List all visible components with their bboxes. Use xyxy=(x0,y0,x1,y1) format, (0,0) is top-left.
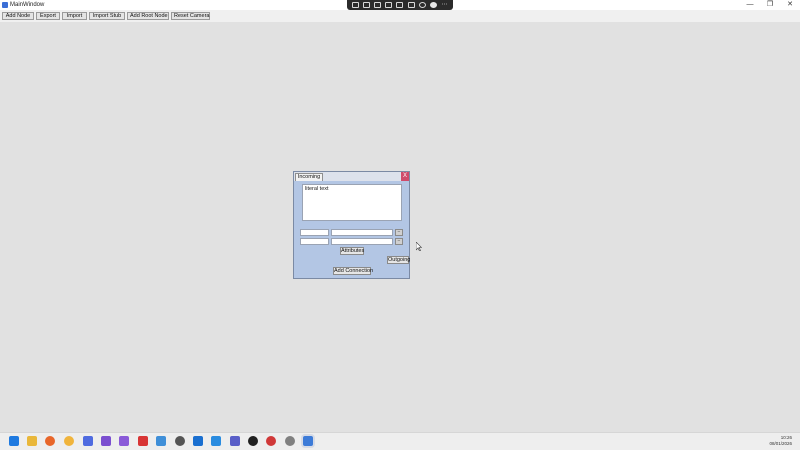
region-icon[interactable] xyxy=(374,2,382,8)
attribute-remove-button[interactable]: − xyxy=(395,229,403,236)
close-button[interactable]: ✕ xyxy=(780,0,800,10)
info-icon[interactable] xyxy=(418,2,426,8)
app-icon xyxy=(2,2,8,8)
import-stub-button[interactable]: Import Stub xyxy=(89,12,125,20)
graph-node[interactable]: Incoming X literal text − − Attributes O… xyxy=(293,171,410,279)
attribute-key-input[interactable] xyxy=(300,229,329,236)
screenshot-icon[interactable] xyxy=(352,2,360,8)
attribute-value-input[interactable] xyxy=(331,238,393,245)
window-controls: — ❐ ✕ xyxy=(740,0,800,10)
node-text-area[interactable]: literal text xyxy=(302,184,402,221)
chrome-icon[interactable] xyxy=(64,436,74,446)
window-title: MainWindow xyxy=(10,2,45,8)
start-icon[interactable] xyxy=(9,436,19,446)
window-capture-icon[interactable] xyxy=(385,2,393,8)
zotero-icon[interactable] xyxy=(138,436,148,446)
system-clock[interactable]: 10:26 08/01/2026 xyxy=(769,435,792,447)
github-icon[interactable] xyxy=(248,436,258,446)
mouse-cursor-icon xyxy=(416,242,422,251)
video-icon[interactable] xyxy=(363,2,371,8)
main-toolbar: Add Node Export Import Import Stub Add R… xyxy=(0,10,800,22)
minimize-button[interactable]: — xyxy=(740,0,760,10)
import-button[interactable]: Import xyxy=(62,12,87,20)
qq-icon[interactable] xyxy=(83,436,93,446)
obsidian-icon[interactable] xyxy=(101,436,111,446)
teams-icon[interactable] xyxy=(230,436,240,446)
more-options-icon[interactable]: ⋯ xyxy=(441,2,448,8)
fullscreen-capture-icon[interactable] xyxy=(396,2,404,8)
camera-icon[interactable] xyxy=(407,2,415,8)
incoming-tab[interactable]: Incoming xyxy=(295,173,323,181)
confirm-check-icon[interactable] xyxy=(429,2,437,8)
unity-icon[interactable] xyxy=(175,436,185,446)
maximize-button[interactable]: ❐ xyxy=(760,0,780,10)
node-header[interactable]: Incoming X xyxy=(294,172,409,181)
app-red-icon[interactable] xyxy=(266,436,276,446)
visual-studio-icon[interactable] xyxy=(119,436,129,446)
add-root-node-button[interactable]: Add Root Node xyxy=(127,12,169,20)
file-explorer-icon[interactable] xyxy=(27,436,37,446)
attributes-button[interactable]: Attributes xyxy=(340,247,364,255)
attribute-value-input[interactable] xyxy=(331,229,393,236)
add-node-button[interactable]: Add Node xyxy=(2,12,34,20)
attribute-remove-button[interactable]: − xyxy=(395,238,403,245)
capture-toolbar: ⋯ xyxy=(347,0,453,10)
node-close-button[interactable]: X xyxy=(401,172,409,181)
outgoing-button[interactable]: Outgoing xyxy=(387,256,410,264)
clock-date: 08/01/2026 xyxy=(769,441,792,446)
export-button[interactable]: Export xyxy=(36,12,60,20)
add-connection-button[interactable]: Add Connection xyxy=(333,267,373,275)
reset-camera-button[interactable]: Reset Camera xyxy=(171,12,210,20)
mainwindow-icon[interactable] xyxy=(303,436,313,446)
taskbar: 10:26 08/01/2026 xyxy=(0,432,800,450)
firefox-icon[interactable] xyxy=(45,436,55,446)
outlook-icon[interactable] xyxy=(193,436,203,446)
vscode-icon[interactable] xyxy=(211,436,221,446)
notepad-icon[interactable] xyxy=(156,436,166,446)
settings-icon[interactable] xyxy=(285,436,295,446)
attribute-key-input[interactable] xyxy=(300,238,329,245)
